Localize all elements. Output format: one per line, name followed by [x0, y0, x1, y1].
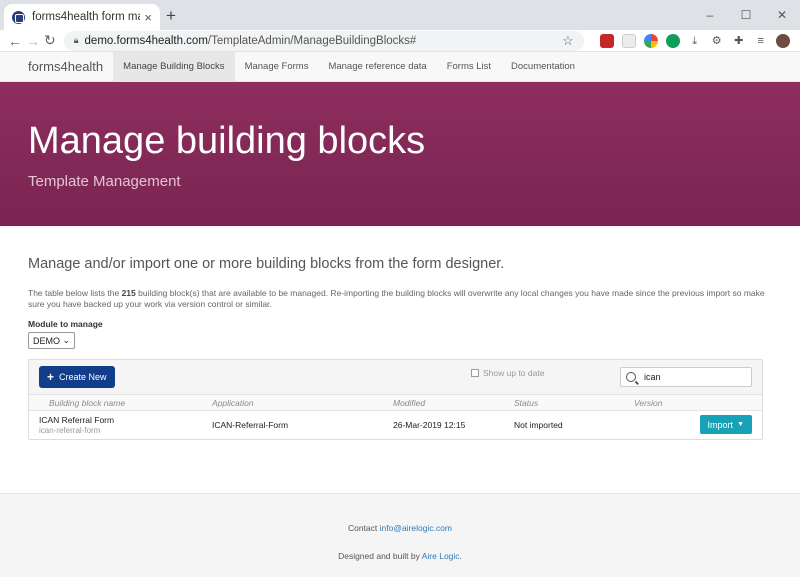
lead-text: Manage and/or import one or more buildin… — [28, 256, 505, 272]
cell-application: ICAN-Referral-Form — [212, 420, 289, 431]
cell-name: ICAN Referral Form ican-referral-form — [29, 415, 212, 435]
lock-icon: 🔒︎ — [73, 35, 79, 45]
nav-manage-reference-data[interactable]: Manage reference data — [318, 52, 436, 81]
contact-email-link[interactable]: info@airelogic.com — [380, 523, 452, 533]
extension-color-icon[interactable] — [643, 33, 658, 48]
reload-icon[interactable]: ↻ — [44, 32, 56, 49]
column-header-name[interactable]: Building block name — [29, 398, 212, 408]
create-new-label: Create New — [59, 372, 107, 383]
show-up-to-date-toggle[interactable]: Show up to date — [471, 368, 544, 378]
page-subtitle: Template Management — [28, 173, 181, 190]
app-navbar: forms4health Manage Building Blocks Mana… — [0, 52, 800, 82]
cell-modified: 26-Mar-2019 12:15 — [393, 420, 466, 431]
column-header-modified[interactable]: Modified — [393, 398, 514, 408]
credits-line: Designed and built by Aire Logic. — [338, 551, 462, 561]
extensions-area: ⤓ ⚙ ✚ ≡ ⋮ — [599, 33, 800, 48]
browser-tab[interactable]: forms4health form management × — [4, 4, 160, 30]
download-icon[interactable]: ⤓ — [688, 34, 702, 48]
nav-manage-building-blocks[interactable]: Manage Building Blocks — [113, 52, 235, 81]
puzzle-icon[interactable]: ✚ — [732, 34, 746, 48]
table-row: ICAN Referral Form ican-referral-form IC… — [29, 411, 762, 439]
page-header: Manage building blocks Template Manageme… — [0, 82, 800, 226]
main-content: Manage and/or import one or more buildin… — [0, 226, 800, 441]
plus-icon: + — [47, 370, 55, 385]
description-text: The table below lists the 215 building b… — [28, 288, 765, 309]
nav-forms-list[interactable]: Forms List — [437, 52, 501, 81]
close-window-button[interactable]: ✕ — [764, 0, 800, 30]
url-text: demo.forms4health.com/TemplateAdmin/Mana… — [84, 34, 417, 47]
site-favicon-icon — [12, 10, 25, 24]
cell-status: Not imported — [514, 420, 563, 431]
nav-documentation[interactable]: Documentation — [501, 52, 585, 81]
window-controls: – ☐ ✕ — [692, 0, 800, 30]
building-blocks-panel: + Create New Show up to date ican Buildi… — [28, 359, 763, 441]
address-bar[interactable]: 🔒︎ demo.forms4health.com/TemplateAdmin/M… — [63, 30, 584, 51]
block-slug: ican-referral-form — [39, 425, 101, 435]
browser-tabstrip: forms4health form management × + – ☐ ✕ — [0, 0, 800, 30]
media-queue-icon[interactable]: ≡ — [754, 34, 768, 48]
close-tab-icon[interactable]: × — [144, 10, 152, 25]
search-value: ican — [644, 372, 661, 383]
extension-badge-icon[interactable] — [599, 33, 614, 48]
page-footer: Contact info@airelogic.com Designed and … — [0, 493, 800, 577]
column-header-version[interactable]: Version — [634, 398, 694, 408]
back-arrow-icon[interactable]: ← — [8, 33, 22, 49]
table-header: Building block name Application Modified… — [29, 394, 762, 412]
show-up-to-date-checkbox[interactable] — [471, 369, 479, 378]
column-header-application[interactable]: Application — [212, 398, 393, 408]
minimize-button[interactable]: – — [692, 0, 728, 30]
extension-green-icon[interactable] — [665, 33, 680, 48]
import-button[interactable]: Import ▼ — [699, 415, 752, 435]
show-up-to-date-label: Show up to date — [483, 368, 545, 379]
page-title: Manage building blocks — [28, 120, 426, 162]
browser-toolbar: ← → ↻ 🔒︎ demo.forms4health.com/TemplateA… — [0, 30, 800, 52]
block-count: 215 — [121, 288, 136, 298]
search-icon — [626, 372, 636, 383]
module-label: Module to manage — [28, 319, 103, 330]
bookmark-star-icon[interactable]: ☆ — [562, 33, 574, 49]
aire-logic-link[interactable]: Aire Logic — [422, 551, 460, 561]
module-select-value: DEMO — [33, 335, 60, 346]
brand-link[interactable]: forms4health — [28, 52, 103, 81]
forward-arrow-icon[interactable]: → — [26, 33, 40, 49]
import-label: Import — [707, 419, 734, 430]
new-tab-button[interactable]: + — [166, 6, 176, 26]
browser-tab-title: forms4health form management — [32, 11, 140, 23]
profile-avatar[interactable] — [775, 33, 790, 48]
table-toolbar: + Create New Show up to date ican — [29, 360, 762, 395]
chevron-down-icon: ⌄ — [62, 335, 70, 346]
block-name: ICAN Referral Form — [39, 415, 115, 426]
extension-blank-icon[interactable] — [621, 33, 636, 48]
contact-line: Contact info@airelogic.com — [347, 523, 453, 533]
nav-manage-forms[interactable]: Manage Forms — [235, 52, 319, 81]
extension-gear-icon[interactable]: ⚙ — [710, 34, 724, 48]
create-new-button[interactable]: + Create New — [39, 366, 115, 389]
column-header-status[interactable]: Status — [514, 398, 634, 408]
maximize-button[interactable]: ☐ — [728, 0, 764, 30]
module-select[interactable]: DEMO ⌄ — [28, 332, 75, 350]
search-input[interactable]: ican — [620, 367, 752, 388]
caret-down-icon: ▼ — [737, 421, 744, 429]
